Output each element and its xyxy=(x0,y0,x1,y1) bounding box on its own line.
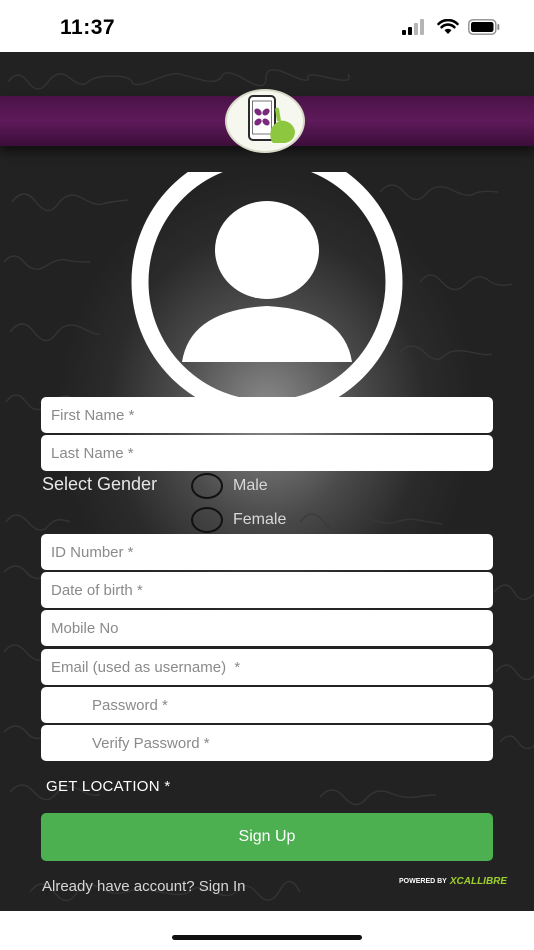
battery-icon xyxy=(468,19,500,35)
password-placeholder: Password * xyxy=(92,696,168,714)
wifi-icon xyxy=(437,19,459,34)
date-of-birth-placeholder: Date of birth * xyxy=(51,581,143,599)
first-name-placeholder: First Name * xyxy=(51,406,135,424)
email-field[interactable]: Email (used as username) * xyxy=(41,649,493,685)
get-location-button[interactable]: GET LOCATION * xyxy=(46,778,171,795)
sign-up-button[interactable]: Sign Up xyxy=(41,813,493,861)
tablet-touch-logo xyxy=(248,95,295,143)
home-area xyxy=(0,911,534,950)
gender-option-female[interactable]: Female xyxy=(191,507,286,533)
male-radio[interactable] xyxy=(191,473,223,499)
mobile-placeholder: Mobile No xyxy=(51,619,119,637)
gender-label: Select Gender xyxy=(42,474,158,494)
male-label: Male xyxy=(233,477,268,494)
app-logo xyxy=(225,89,305,153)
signup-screen: First Name * Last Name * Select Gender M… xyxy=(0,52,534,911)
verify-password-field[interactable]: Verify Password * xyxy=(41,725,493,761)
home-indicator[interactable] xyxy=(172,935,362,940)
gender-option-male[interactable]: Male xyxy=(191,473,268,499)
status-bar: 11:37 xyxy=(0,0,534,52)
status-icons xyxy=(402,19,500,35)
id-number-field[interactable]: ID Number * xyxy=(41,534,493,570)
verify-password-placeholder: Verify Password * xyxy=(92,734,210,752)
last-name-placeholder: Last Name * xyxy=(51,444,134,462)
female-label: Female xyxy=(233,511,287,528)
first-name-field[interactable]: First Name * xyxy=(41,397,493,433)
sign-in-link[interactable]: Already have account? Sign In xyxy=(42,878,245,895)
powered-by-badge: POWERED BY XCALLIBRE xyxy=(399,876,507,887)
female-radio[interactable] xyxy=(191,507,223,533)
email-placeholder: Email (used as username) * xyxy=(51,658,241,676)
mobile-field[interactable]: Mobile No xyxy=(41,610,493,646)
brand-logo-text: XCALLIBRE xyxy=(449,876,508,887)
sign-up-label: Sign Up xyxy=(238,828,296,845)
id-number-placeholder: ID Number * xyxy=(51,543,134,561)
password-field[interactable]: Password * xyxy=(41,687,493,723)
date-of-birth-field[interactable]: Date of birth * xyxy=(41,572,493,608)
last-name-field[interactable]: Last Name * xyxy=(41,435,493,471)
powered-by-text: POWERED BY xyxy=(399,878,447,885)
user-avatar-icon xyxy=(131,172,403,418)
signal-icon xyxy=(402,19,424,35)
status-time: 11:37 xyxy=(60,16,116,39)
